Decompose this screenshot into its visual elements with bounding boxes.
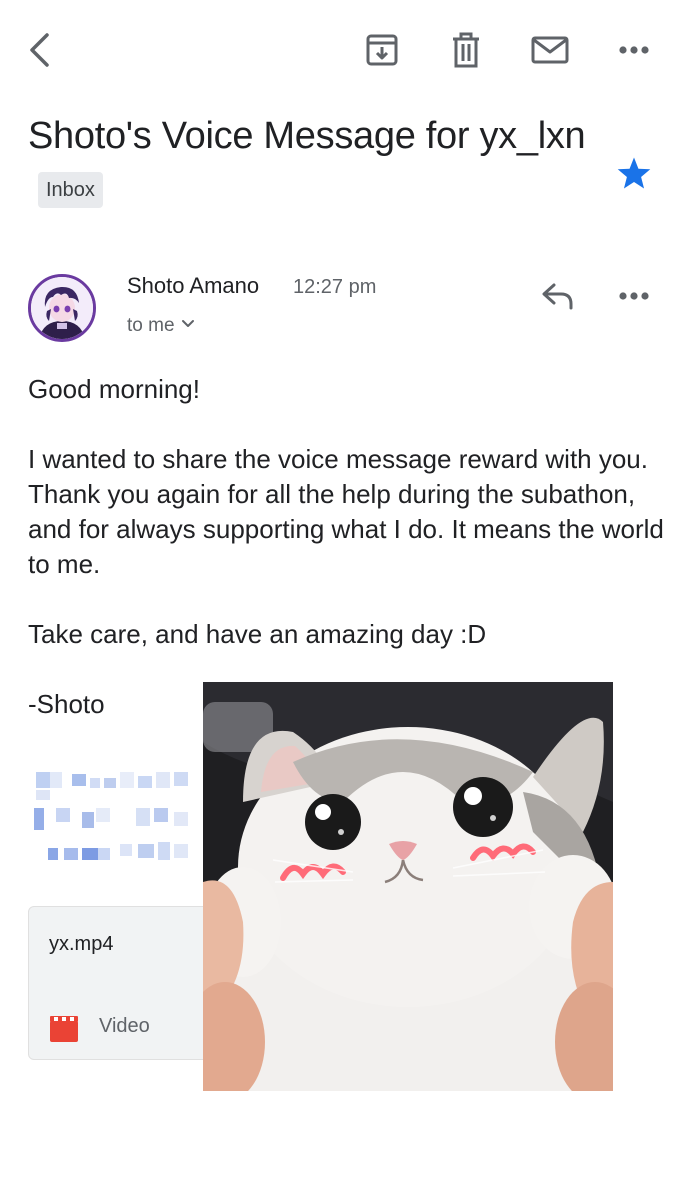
email-timestamp: 12:27 pm <box>293 276 377 298</box>
subject-text: Shoto's Voice Message for yx_lxn <box>28 115 586 157</box>
cat-sticker-image <box>203 682 613 1091</box>
star-icon <box>617 157 651 189</box>
mark-unread-button[interactable] <box>528 32 572 68</box>
mail-icon <box>531 36 569 64</box>
cat-illustration <box>203 682 613 1091</box>
chevron-down-icon <box>181 311 195 337</box>
body-paragraph: I wanted to share the voice message rewa… <box>28 444 664 579</box>
avatar-illustration <box>31 277 93 339</box>
attachment-type: Video <box>99 1015 150 1037</box>
redacted-content <box>34 768 204 868</box>
back-arrow-icon <box>30 33 49 67</box>
recipient-label: to me <box>127 315 175 337</box>
star-button[interactable] <box>614 154 654 192</box>
body-greeting: Good morning! <box>28 374 200 404</box>
recipient-details-toggle[interactable]: to me <box>127 313 195 339</box>
message-more-button[interactable] <box>616 284 652 308</box>
delete-button[interactable] <box>446 30 486 70</box>
archive-button[interactable] <box>362 30 402 70</box>
back-button[interactable] <box>22 30 58 70</box>
attachment-card[interactable]: yx.mp4 Video <box>28 906 228 1060</box>
reply-icon <box>542 283 573 310</box>
body-closing: Take care, and have an amazing day :D <box>28 619 487 649</box>
archive-icon <box>366 34 398 66</box>
sender-name[interactable]: Shoto Amano <box>127 272 259 300</box>
attachment-filename: yx.mp4 <box>49 933 114 955</box>
sender-avatar[interactable] <box>28 274 96 342</box>
more-horizontal-icon <box>619 46 649 54</box>
trash-icon <box>453 32 479 68</box>
more-horizontal-icon <box>619 292 649 300</box>
more-options-button[interactable] <box>616 38 652 62</box>
reply-button[interactable] <box>538 280 578 312</box>
email-subject: Shoto's Voice Message for yx_lxn Inbox <box>28 108 588 220</box>
video-file-icon <box>49 1015 79 1048</box>
email-body: Good morning! I wanted to share the voic… <box>28 372 664 722</box>
inbox-label-badge[interactable]: Inbox <box>38 171 103 208</box>
